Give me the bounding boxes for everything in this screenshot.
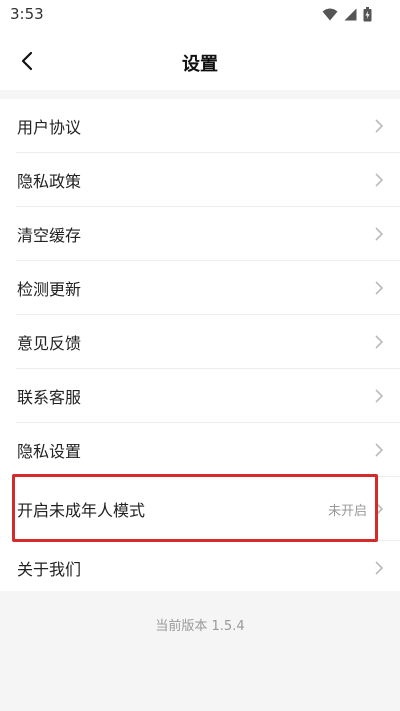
settings-list: 用户协议 隐私政策 清空缓存 检测更新 意见反馈 联系客服 隐私设置 开启未成年… [0,99,400,595]
settings-item-about-us[interactable]: 关于我们 [0,541,400,595]
settings-item-clear-cache[interactable]: 清空缓存 [0,207,400,261]
chevron-right-icon [375,561,384,575]
settings-item-label: 联系客服 [17,388,82,407]
chevron-right-icon [375,227,384,241]
settings-item-user-agreement[interactable]: 用户协议 [0,99,400,153]
settings-item-feedback[interactable]: 意见反馈 [0,315,400,369]
settings-item-privacy-policy[interactable]: 隐私政策 [0,153,400,207]
settings-item-check-update[interactable]: 检测更新 [0,261,400,315]
chevron-right-icon [375,119,384,133]
minor-mode-status: 未开启 [327,503,367,519]
settings-item-label: 隐私设置 [17,442,82,461]
section-gap [0,90,400,99]
version-text: 当前版本 1.5.4 [155,619,245,634]
chevron-right-icon [375,281,384,295]
status-bar: 3:53 [0,0,400,28]
cellular-signal-icon [344,8,357,20]
wifi-icon [322,8,338,20]
settings-item-minor-mode[interactable]: 开启未成年人模式 未开启 [0,477,400,541]
chevron-right-icon [375,443,384,457]
battery-icon [363,6,372,21]
chevron-right-icon [375,389,384,403]
page-title: 设置 [182,54,218,75]
chevron-right-icon [375,173,384,187]
settings-item-label: 清空缓存 [17,226,82,245]
chevron-right-icon [375,502,384,516]
status-time: 3:53 [10,5,44,23]
settings-item-label: 检测更新 [17,280,82,299]
settings-item-customer-service[interactable]: 联系客服 [0,369,400,423]
settings-item-label: 隐私政策 [17,172,82,191]
status-icons [322,6,372,22]
settings-item-label: 开启未成年人模式 [17,501,146,520]
footer: 当前版本 1.5.4 [0,591,400,711]
settings-item-label: 关于我们 [17,560,82,579]
settings-item-privacy-settings[interactable]: 隐私设置 [0,423,400,477]
settings-item-label: 用户协议 [17,118,82,137]
chevron-right-icon [375,335,384,349]
nav-bar: 设置 [0,28,400,90]
settings-item-label: 意见反馈 [17,334,82,353]
